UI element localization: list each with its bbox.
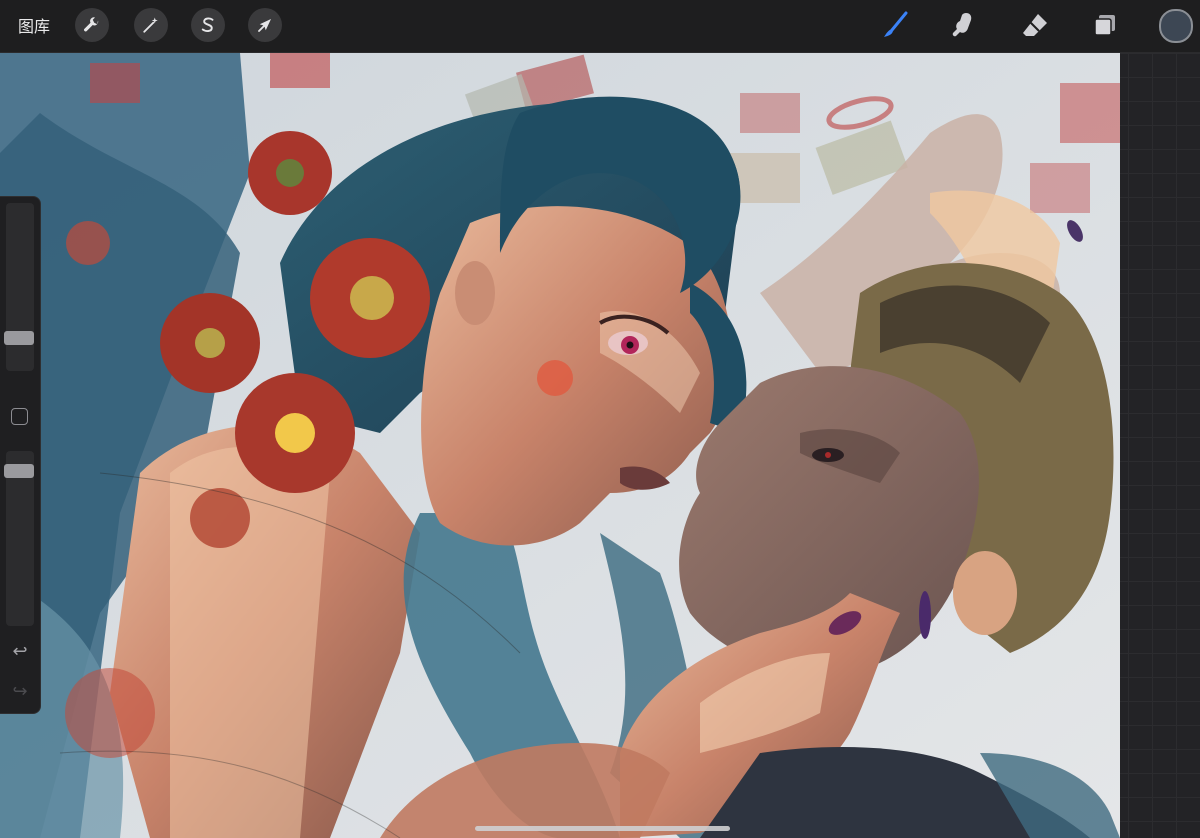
left-sidebar: ↩ ↪ [0, 196, 41, 714]
smudge-finger-icon [952, 13, 972, 37]
brush-icon [884, 11, 908, 37]
gallery-button[interactable]: 图库 [18, 13, 50, 37]
home-indicator [475, 826, 730, 831]
flower-1 [248, 131, 332, 215]
adjustments-button[interactable] [134, 8, 168, 42]
eraser-tool-button[interactable] [1016, 6, 1054, 44]
magic-wand-icon [143, 17, 158, 33]
selection-button[interactable] [191, 8, 225, 42]
modify-button[interactable] [11, 408, 28, 425]
actions-button[interactable] [75, 8, 109, 42]
top-toolbar: 图库 [0, 0, 1200, 53]
transform-button[interactable] [248, 8, 282, 42]
drawing-canvas[interactable] [0, 53, 1120, 838]
wrench-icon [84, 17, 99, 32]
color-picker-button[interactable] [1159, 9, 1193, 43]
opacity-handle[interactable] [4, 463, 34, 478]
redo-arrow-icon: ↪ [12, 681, 28, 702]
brush-size-slider[interactable] [6, 203, 34, 371]
undo-button[interactable]: ↩ [9, 641, 31, 663]
layers-icon [1094, 15, 1115, 36]
brush-tool-button[interactable] [876, 6, 914, 44]
smudge-tool-button[interactable] [944, 6, 982, 44]
selection-s-icon [201, 17, 214, 32]
layers-button[interactable] [1086, 6, 1124, 44]
eraser-icon [1023, 14, 1047, 36]
undo-arrow-icon: ↩ [12, 641, 28, 662]
brush-size-handle[interactable] [4, 330, 34, 345]
arrow-cursor-icon [258, 19, 271, 32]
redo-button[interactable]: ↪ [9, 681, 31, 703]
artwork [0, 53, 1120, 838]
